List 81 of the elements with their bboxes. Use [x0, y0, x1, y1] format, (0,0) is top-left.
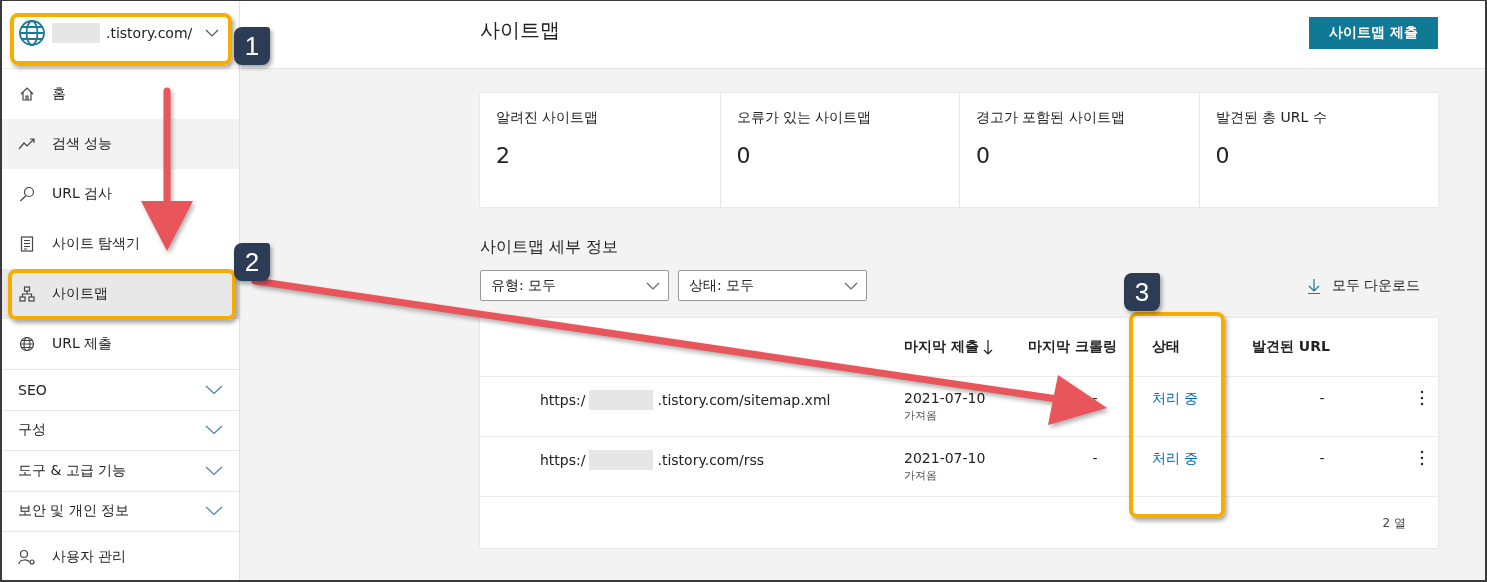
url-end: .tistory.com/sitemap.xml: [657, 392, 831, 408]
step-badge: 1: [234, 27, 270, 65]
globe-icon: [18, 18, 46, 47]
nav-group[interactable]: 보안 및 개인 정보: [2, 490, 239, 531]
stat-label: 오류가 있는 사이트맵: [736, 109, 873, 127]
status-link[interactable]: 처리 중: [1152, 390, 1199, 408]
chevron-down-icon: [205, 28, 219, 37]
more-icon[interactable]: [1420, 450, 1424, 466]
nav-label: 사용자 관리: [52, 547, 127, 566]
stat-label: 알려진 사이트맵: [496, 109, 600, 127]
nav-label: 사이트 탐색기: [52, 235, 141, 253]
table-cell: -: [1319, 450, 1325, 466]
stat-label: 경고가 포함된 사이트맵: [976, 109, 1126, 127]
chevron-down-icon: [205, 465, 223, 476]
more-icon[interactable]: [1420, 390, 1424, 406]
column-header[interactable]: 상태: [1152, 338, 1180, 356]
row-count: 2 열: [1382, 515, 1406, 532]
table-cell: -: [1092, 390, 1098, 406]
nav-label: URL 제출: [52, 335, 113, 353]
nav-label: 보안 및 개인 정보: [18, 502, 130, 521]
filter-dropdown[interactable]: 상태: 모두: [678, 270, 867, 301]
download-icon: [1307, 277, 1320, 294]
chevron-down-icon: [205, 425, 223, 436]
globe-icon: [18, 336, 36, 352]
url-end: .tistory.com/rss: [657, 452, 765, 468]
nav-label: 검색 성능: [52, 135, 113, 153]
filter-dropdown[interactable]: 유형: 모두: [480, 270, 669, 301]
step-badge: 3: [1124, 273, 1160, 311]
date-cell-text: 2021-07-10: [904, 450, 987, 466]
page-title: 사이트맵: [480, 17, 560, 44]
nav-item[interactable]: URL 검사: [18, 185, 113, 203]
document-icon: [18, 236, 36, 252]
download-all-link[interactable]: 모두 다운로드: [1331, 276, 1420, 295]
sort-down-icon: [982, 339, 993, 355]
table-cell: -: [1319, 390, 1325, 406]
nav-label: 도구 & 고급 기능: [18, 461, 127, 480]
submit-sitemap-button[interactable]: 사이트맵 제출: [1309, 16, 1438, 49]
nav-item[interactable]: 검색 성능: [2, 119, 239, 169]
nav-label: 사이트맵: [52, 285, 108, 303]
status-link[interactable]: 처리 중: [1152, 450, 1199, 468]
stat-label: 발견된 총 URL 수: [1215, 109, 1328, 127]
nav-group[interactable]: SEO: [2, 369, 239, 410]
nav-group[interactable]: 도구 & 고급 기능: [2, 450, 239, 491]
redaction-block: [589, 450, 654, 470]
date-cell-text: 2021-07-10: [904, 390, 987, 406]
fetch-note: 가져옴: [904, 468, 938, 483]
redaction-block: [589, 390, 654, 410]
chevron-down-icon: [844, 281, 858, 290]
site-url: .tistory.com/: [106, 24, 193, 41]
stat-value: 0: [976, 143, 991, 168]
step-badge: 2: [234, 243, 270, 281]
stat-value: 0: [1215, 143, 1231, 168]
home-icon: [18, 86, 36, 102]
nav-label: SEO: [18, 381, 47, 398]
stat-value: 0: [736, 143, 752, 168]
fetch-note: 가져옴: [904, 408, 938, 423]
user-settings-icon: [18, 548, 36, 565]
nav-group[interactable]: 구성: [2, 409, 239, 450]
table-cell: -: [1092, 450, 1098, 466]
redaction-block: [52, 22, 100, 43]
nav-label: URL 검사: [52, 185, 113, 203]
site-selector[interactable]: .tistory.com/: [18, 15, 223, 50]
column-header[interactable]: 마지막 크롤링: [1028, 338, 1117, 356]
trend-icon: [18, 137, 36, 151]
column-header[interactable]: 마지막 제출: [904, 338, 979, 356]
search-icon: [18, 186, 36, 202]
nav-item[interactable]: URL 제출: [18, 335, 113, 353]
sitemap-icon: [18, 286, 36, 302]
column-header[interactable]: 발견된 URL: [1252, 338, 1330, 356]
chevron-down-icon: [205, 506, 223, 517]
nav-label: 홈: [52, 85, 66, 103]
url-start: https:/: [540, 392, 586, 408]
nav-item[interactable]: 사용자 관리: [18, 547, 127, 566]
chevron-down-icon: [646, 281, 660, 290]
section-title: 사이트맵 세부 정보: [480, 237, 620, 258]
nav-label: 구성: [18, 421, 46, 440]
url-start: https:/: [540, 452, 586, 468]
chevron-down-icon: [205, 384, 223, 395]
nav-item[interactable]: 홈: [18, 85, 66, 103]
nav-item[interactable]: 사이트 탐색기: [18, 235, 141, 253]
stat-value: 2: [496, 143, 511, 168]
